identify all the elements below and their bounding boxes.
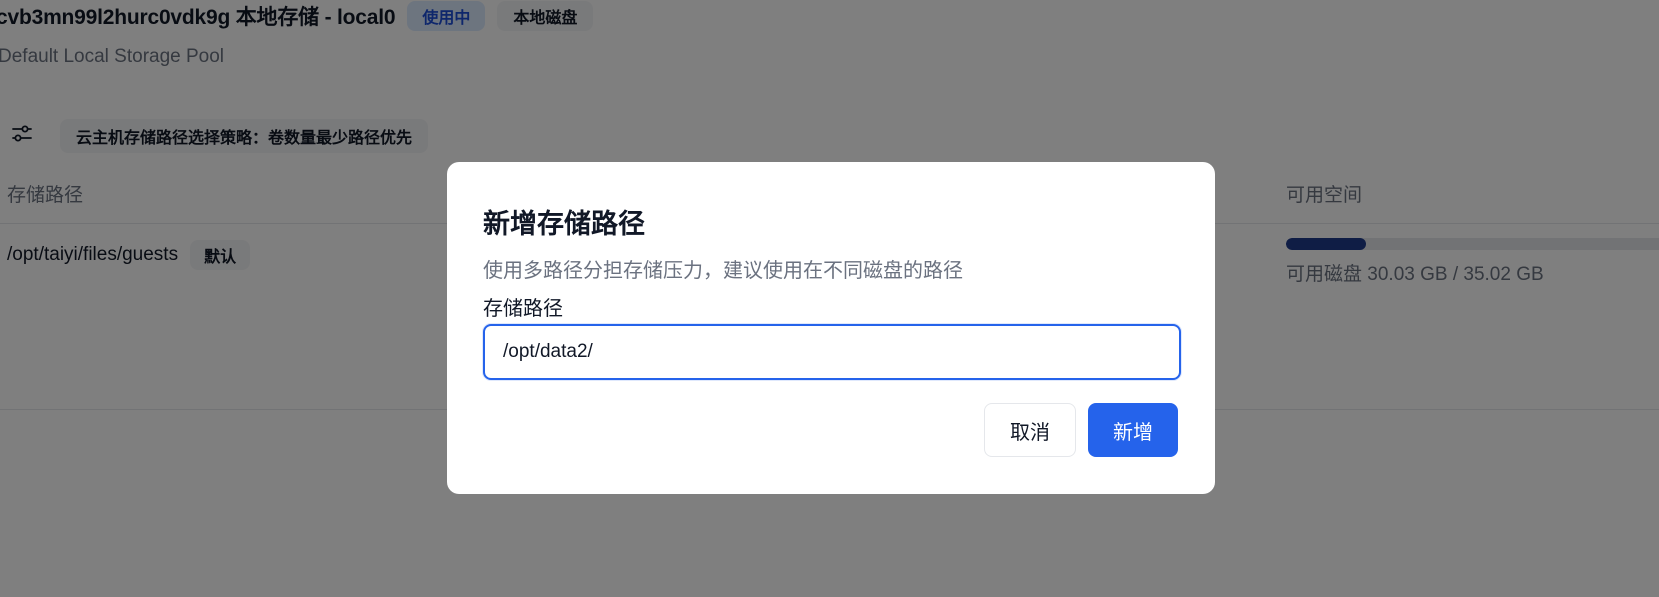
add-button[interactable]: 新增 [1088,403,1178,457]
dialog-description: 使用多路径分担存储压力，建议使用在不同磁盘的路径 [483,260,963,282]
cancel-button[interactable]: 取消 [984,403,1076,457]
storage-pool-page: cvb3mn99l2hurc0vdk9g 本地存储 - local0 使用中 本… [0,0,1659,597]
storage-path-label: 存储路径 [483,298,563,320]
storage-path-input[interactable] [483,324,1181,380]
dialog-title: 新增存储路径 [483,209,645,239]
add-storage-path-dialog: 新增存储路径 使用多路径分担存储压力，建议使用在不同磁盘的路径 存储路径 取消 … [447,162,1215,494]
